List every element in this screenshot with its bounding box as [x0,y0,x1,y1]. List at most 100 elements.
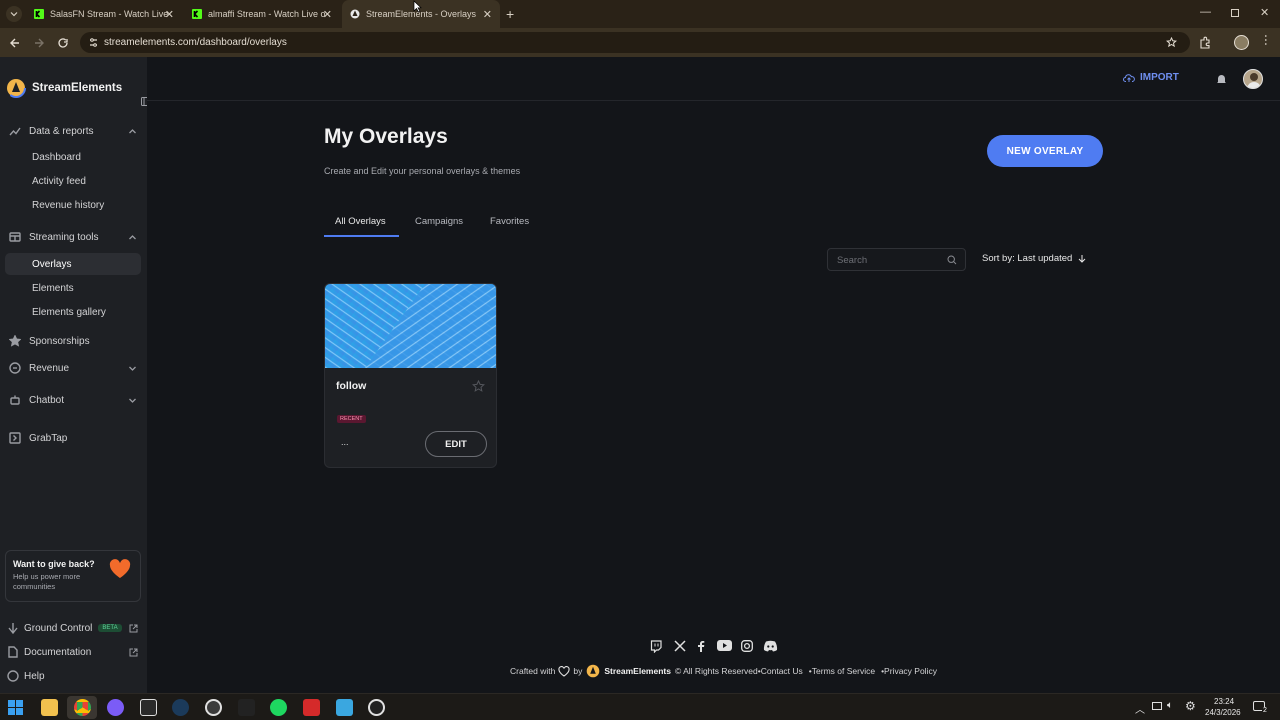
contact-link[interactable]: •Contact Us [758,666,803,676]
tab-campaigns[interactable]: Campaigns [415,216,463,227]
footer: Crafted with by StreamElements © All Rig… [510,664,937,678]
tab-favorites[interactable]: Favorites [490,216,529,227]
url-field[interactable]: streamelements.com/dashboard/overlays [80,32,1190,53]
windows-taskbar: ︿ 🔈︎ ⚙︎ 23:24 24/3/2026 2 [0,693,1280,720]
messenger-icon[interactable] [107,699,124,716]
beta-badge: BETA [98,624,122,632]
browser-tab[interactable]: SalasFN Stream - Watch Live on ✕ [26,0,182,28]
chevron-up-icon [129,128,136,133]
close-window-icon[interactable]: ✕ [1260,6,1269,19]
footer-brand: StreamElements [604,666,671,676]
epic-games-icon[interactable] [140,699,157,716]
terms-link[interactable]: •Terms of Service [809,666,875,676]
discord-icon[interactable] [763,640,778,652]
privacy-link[interactable]: •Privacy Policy [881,666,937,676]
tab-search-icon[interactable] [6,6,22,22]
sidebar-item-sponsorships[interactable]: Sponsorships [0,330,147,352]
clock-date[interactable]: 24/3/2026 [1205,708,1241,717]
x-twitter-icon[interactable] [674,640,686,652]
close-tab-icon[interactable]: ✕ [323,8,332,21]
close-tab-icon[interactable]: ✕ [483,8,492,21]
new-overlay-button[interactable]: NEW OVERLAY [987,135,1103,167]
browser-tab[interactable]: almaffi Stream - Watch Live on ✕ [184,0,340,28]
sort-dropdown[interactable]: Sort by: Last updated [982,253,1086,264]
revenue-icon [9,362,21,374]
overlay-menu-button[interactable]: ... [341,437,349,447]
grabtap-icon [9,432,21,444]
settings-gear-icon[interactable]: ⚙︎ [1185,699,1196,713]
sidebar-item-grabtap[interactable]: GrabTap [0,427,147,449]
heart-icon [109,559,131,578]
sidebar-group-data-reports[interactable]: Data & reports [0,120,147,142]
instagram-icon[interactable] [741,640,753,652]
steam-icon[interactable] [172,699,189,716]
give-back-card[interactable]: Want to give back? Help us power more co… [5,550,141,602]
favorite-star-icon[interactable] [472,380,485,393]
game-app-icon[interactable] [238,699,255,716]
sidebar-item-documentation[interactable]: Documentation [0,641,147,663]
recent-badge: RECENT [337,415,366,423]
search-input[interactable]: Search [827,248,966,271]
chevron-down-icon [129,398,136,403]
bookmark-star-icon[interactable] [1166,37,1177,48]
facebook-icon[interactable] [697,640,705,652]
brand-logo[interactable]: StreamElements [6,78,122,98]
windows-start-icon[interactable] [8,700,23,715]
sidebar-item-elements-gallery[interactable]: Elements gallery [0,301,147,323]
extensions-icon[interactable] [1199,36,1212,49]
header-divider [147,100,1280,101]
forward-icon[interactable] [33,37,45,49]
overlay-card[interactable]: follow RECENT ... EDIT [324,283,497,468]
spotify-icon[interactable] [270,699,287,716]
give-back-text: Help us power more communities [13,572,81,591]
user-avatar[interactable] [1243,69,1263,89]
chrome-icon[interactable] [74,699,91,716]
reload-icon[interactable] [57,37,69,49]
new-tab-icon[interactable]: + [506,6,514,22]
sidebar-item-ground-control[interactable]: Ground Control BETA [0,617,147,639]
sidebar-item-overlays[interactable]: Overlays [5,253,141,275]
help-icon [7,670,19,682]
back-icon[interactable] [9,37,21,49]
robot-icon [10,395,20,405]
sidebar-item-help[interactable]: Help [0,665,147,687]
obs-icon[interactable] [368,699,385,716]
import-button[interactable]: IMPORT [1123,72,1179,83]
by-text: by [573,666,583,676]
document-icon [8,646,18,658]
tray-chevron-icon[interactable]: ︿ [1135,701,1145,716]
sidebar-item-elements[interactable]: Elements [0,277,147,299]
sidebar-item-dashboard[interactable]: Dashboard [0,146,147,168]
main-content: IMPORT [147,57,1280,693]
sidebar-item-chatbot[interactable]: Chatbot [0,389,147,411]
file-explorer-icon[interactable] [41,699,58,716]
volume-icon[interactable]: 🔈︎ [1167,700,1173,711]
sidebar-group-label: Streaming tools [29,231,99,243]
sidebar-item-revenue-history[interactable]: Revenue history [0,194,147,216]
browser-menu-icon[interactable]: ⋯ [1259,34,1273,46]
tab-all-overlays[interactable]: All Overlays [335,216,386,227]
browser-tab-bar: SalasFN Stream - Watch Live on ✕ almaffi … [0,0,1280,28]
clock-time[interactable]: 23:24 [1214,697,1234,706]
star-icon [9,335,21,347]
sidebar-group-streaming-tools[interactable]: Streaming tools [0,226,147,248]
restore-icon[interactable] [1231,9,1239,17]
bell-icon[interactable] [1216,73,1227,85]
rights-text: © All Rights Reserved [674,666,758,676]
streamelements-logo-icon [6,78,26,98]
site-info-icon[interactable] [88,37,99,48]
youtube-icon[interactable] [717,640,732,651]
sidebar-item-activity-feed[interactable]: Activity feed [0,170,147,192]
twitch-icon[interactable] [650,640,662,653]
edit-button[interactable]: EDIT [425,431,487,457]
profile-avatar[interactable] [1234,35,1249,50]
app-red-icon[interactable] [303,699,320,716]
app-blue-icon[interactable] [336,699,353,716]
sidebar-item-revenue[interactable]: Revenue [0,357,147,379]
minimize-icon[interactable]: — [1200,6,1211,18]
close-tab-icon[interactable]: ✕ [165,8,174,21]
page-title: My Overlays [324,125,448,148]
app-icon[interactable] [205,699,222,716]
network-icon[interactable] [1152,702,1162,710]
streamelements-footer-logo [587,664,600,678]
